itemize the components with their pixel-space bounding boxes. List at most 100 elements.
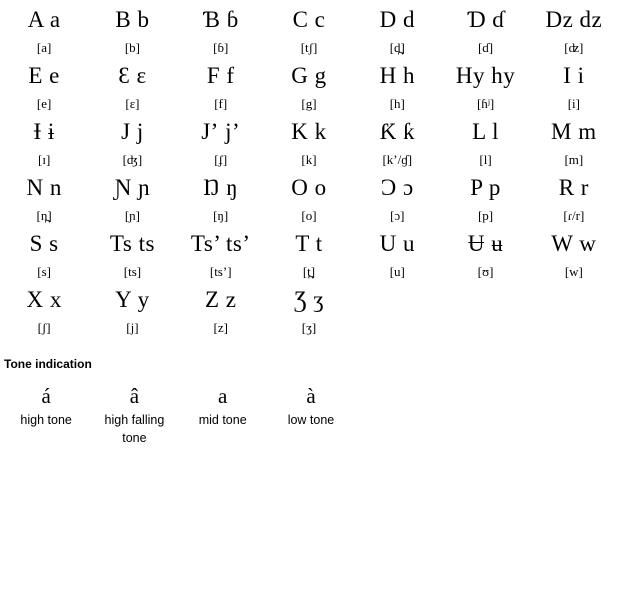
letter-cell: R r [ɾ/r] [530,172,618,228]
letter-forms: N n [26,174,62,200]
letter-forms: C c [292,6,326,32]
letter-forms: Ŋ ŋ [203,174,239,200]
tone-cell: à low tone [267,381,355,447]
letter-ipa: [u] [389,263,405,279]
letter-ipa: [k] [301,151,317,167]
letter-ipa: [z] [213,319,228,335]
letter-forms: A a [27,6,61,32]
letter-forms: Ts ts [109,230,155,256]
letter-ipa: [o] [301,207,317,223]
letter-cell: Ɲ ɲ [ɲ] [88,172,176,228]
letter-cell: F f [f] [177,60,265,116]
letter-cell: Ɗ ɗ [ɗ] [441,4,529,60]
letter-cell: B b [b] [88,4,176,60]
letter-forms: R r [558,174,589,200]
letter-cell: G g [g] [265,60,353,116]
letter-cell: Ɔ ɔ [ɔ] [353,172,441,228]
letter-cell: O o [o] [265,172,353,228]
letter-cell: Ɛ ɛ [ɛ] [88,60,176,116]
letter-ipa: [ɦʲ] [476,95,495,111]
letter-cell: C c [tʃ] [265,4,353,60]
letter-ipa: [s] [37,263,51,279]
letter-cell: W w [w] [530,228,618,284]
letter-cell: Ɓ ɓ [ɓ] [177,4,265,60]
letter-cell: X x [ʃ] [0,284,88,340]
letter-forms: Ɲ ɲ [114,174,151,200]
letter-ipa: [e] [36,95,52,111]
letter-forms: M m [551,118,597,144]
letter-forms: Hy hy [455,62,516,88]
tone-cell: â high falling tone [90,381,178,447]
letter-cell: Y y [j] [88,284,176,340]
letter-ipa: [d̪] [389,39,405,55]
letter-forms: Ɛ ɛ [118,62,147,88]
letter-ipa: [ʒ] [301,319,317,335]
letter-ipa: [ʤ] [122,151,143,167]
tone-cell-empty [355,381,443,447]
letter-forms: Ɨ ɨ [33,118,55,144]
letter-forms: Z z [204,286,237,312]
tone-cell: a mid tone [179,381,267,447]
letter-forms: Ʉ ʉ [467,230,504,256]
letter-cell-empty [530,284,618,340]
letter-ipa: [ɗ] [477,39,494,55]
letter-cell-empty [441,284,529,340]
letter-ipa: [ʣ] [564,39,584,55]
letter-ipa: [p] [477,207,494,223]
letter-cell: Z z [z] [177,284,265,340]
letter-cell: T t [t̪] [265,228,353,284]
letter-cell: U u [u] [353,228,441,284]
letter-cell: K k [k] [265,116,353,172]
letter-forms: X x [26,286,62,312]
letter-ipa: [j] [126,319,139,335]
letter-ipa: [ɲ] [124,207,140,223]
letter-ipa: [ŋ] [213,207,229,223]
letter-ipa: [f] [214,95,228,111]
letter-ipa: [a] [36,39,52,55]
letter-forms: D d [379,6,415,32]
letter-forms: W w [551,230,597,256]
tone-label: low tone [287,413,335,428]
letter-ipa: [ʊ] [477,263,494,279]
letter-ipa: [tʃ] [300,39,318,55]
letter-ipa: [ts] [123,263,142,279]
letter-cell: Ts ts [ts] [88,228,176,284]
letter-cell: Ʉ ʉ [ʊ] [441,228,529,284]
letter-forms: G g [291,62,327,88]
letter-ipa: [t̪] [302,263,316,279]
tone-mark: à [306,383,316,408]
letter-forms: F f [206,62,235,88]
letter-cell: P p [p] [441,172,529,228]
tone-label: high tone [20,413,72,428]
letter-ipa: [g] [301,95,317,111]
tone-indication-section: Tone indication á high tone â high falling … [0,357,618,447]
tone-mark: â [129,383,140,408]
letter-cell: S s [s] [0,228,88,284]
letter-ipa: [ts’] [209,263,232,279]
letter-ipa: [l] [479,151,492,167]
letter-cell: I i [i] [530,60,618,116]
letter-ipa: [ɾ/r] [563,207,585,223]
letter-forms: I i [563,62,585,88]
letter-forms: Ts’ ts’ [190,230,251,256]
letter-cell: N n [n̪] [0,172,88,228]
letter-forms: Ʒ ʒ [294,286,324,312]
tone-cell-empty [443,381,531,447]
letter-forms: J j [121,118,144,144]
letter-cell: Ʒ ʒ [ʒ] [265,284,353,340]
letter-forms: Ɔ ɔ [380,174,414,200]
tone-cell: á high tone [2,381,90,447]
letter-forms: Jʼ jʼ [201,118,241,144]
letter-ipa: [ɛ] [125,95,140,111]
letter-cell: A a [a] [0,4,88,60]
letter-forms: B b [115,6,150,32]
tone-mark: á [41,383,51,408]
letter-cell: Hy hy [ɦʲ] [441,60,529,116]
letter-forms: Ɓ ɓ [202,6,239,32]
letter-cell: Ƙ ƙ [k’/ɠ] [353,116,441,172]
letter-cell: J j [ʤ] [88,116,176,172]
letter-forms: S s [29,230,59,256]
letter-ipa: [i] [567,95,580,111]
tone-indication-heading: Tone indication [4,357,92,371]
letter-cell: Dz dz [ʣ] [530,4,618,60]
